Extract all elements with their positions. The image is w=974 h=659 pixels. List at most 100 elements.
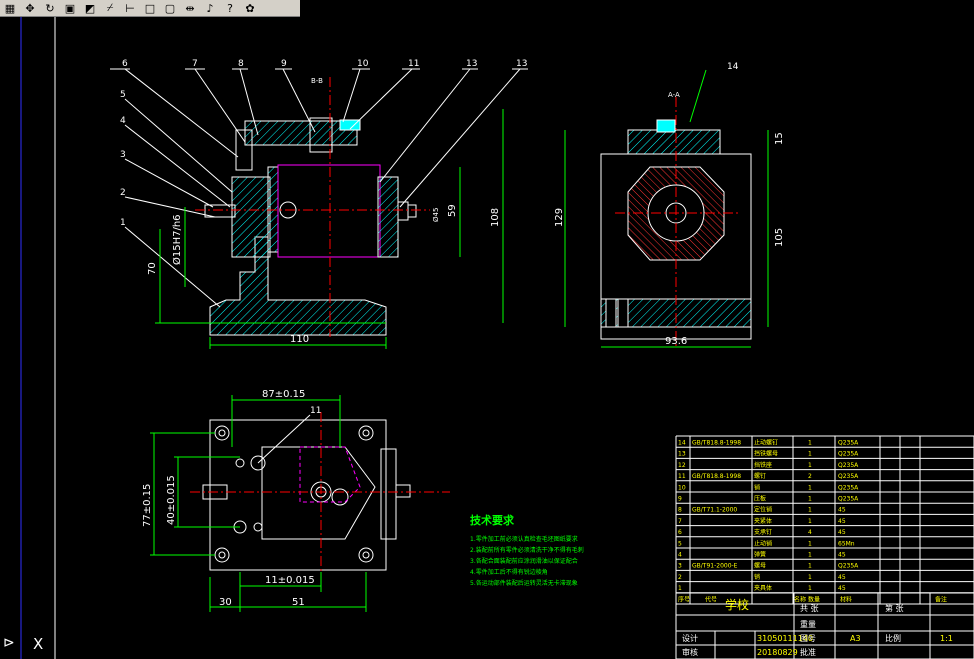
dim-fit: Ø15H7/h6 xyxy=(171,214,183,265)
bom-row: 4 弹簧 1 45 xyxy=(678,551,846,559)
layer-icon[interactable]: □ xyxy=(140,0,160,16)
bom-cell-mat: 45 xyxy=(838,507,846,514)
bom-cell-no: 9 xyxy=(678,496,682,503)
bom-header-note: 备注 xyxy=(935,595,947,603)
date-value: 20180829 xyxy=(757,648,798,657)
bom-cell-no: 8 xyxy=(678,507,682,514)
bom-row: 2 销 1 45 xyxy=(678,573,846,581)
bom-row: 12 挡铁座 1 Q235A xyxy=(678,461,859,469)
balloon-13b: 13 xyxy=(516,59,527,69)
top-dims xyxy=(150,395,367,612)
bom-cell-code: GB/T91-2000-E xyxy=(692,563,738,570)
bom-cell-name: 支承钉 xyxy=(754,528,772,536)
properties-icon[interactable]: ◩ xyxy=(80,0,100,16)
bom-cell-mat: Q235A xyxy=(838,484,859,491)
dim-87: 87±0.15 xyxy=(262,389,305,400)
balloon-8: 8 xyxy=(238,59,244,69)
bom-cell-no: 7 xyxy=(678,518,682,525)
bom-cell-qty: 1 xyxy=(808,518,812,525)
bom-cell-no: 6 xyxy=(678,529,682,536)
bom-row: 3 GB/T91-2000-E 螺母 1 Q235A xyxy=(678,562,859,570)
tech-line-3: 3.各配合面装配前应涂润滑油以保证配合 xyxy=(470,557,578,565)
bom-cell-code: GB/T71.1-2000 xyxy=(692,507,737,514)
checker-label: 审核 xyxy=(682,647,698,657)
bom-cell-mat: Q235A xyxy=(838,451,859,458)
sheet-size: A3 xyxy=(850,634,861,643)
bom-cell-qty: 1 xyxy=(808,496,812,503)
bom-row: 11 GB/T818.8-1998 螺钉 2 Q235A xyxy=(678,472,859,480)
drawing-canvas[interactable]: 6 7 8 9 10 11 13 13 5 4 3 2 1 B-B 110 10… xyxy=(0,17,974,659)
zoom-previous-icon[interactable]: ▣ xyxy=(60,0,80,16)
balloon-14: 14 xyxy=(727,62,739,72)
bom-cell-name: 挡铁螺母 xyxy=(754,450,778,458)
dim-129: 129 xyxy=(554,208,565,227)
tech-line-1: 1.零件加工前必须认真检查毛坯图纸要求 xyxy=(470,535,578,543)
section-label-bb: B-B xyxy=(311,77,323,85)
dim-59: 59 xyxy=(447,204,458,217)
bom-cell-name: 螺母 xyxy=(754,562,766,570)
bom-row: 5 止动销 1 65Mn xyxy=(678,539,855,547)
tech-notes: 技术要求 1.零件加工前必须认真检查毛坯图纸要求 2.装配前所有零件必须清洗干净… xyxy=(470,513,584,587)
scale-value: 1:1 xyxy=(940,634,953,643)
bom-cell-mat: Q235A xyxy=(838,496,859,503)
bom-header-mat: 材料 xyxy=(840,595,852,603)
tech-line-2: 2.装配前所有零件必须清洗干净不得有毛刺 xyxy=(470,546,584,554)
text-icon[interactable]: ♪ xyxy=(200,0,220,16)
dim-105: 105 xyxy=(774,228,785,247)
dim-15: 15 xyxy=(774,132,785,145)
sheet-label-2: 第 张 xyxy=(885,603,904,613)
bom-cell-mat: Q235A xyxy=(838,462,859,469)
bom-header-code: 代号 xyxy=(705,595,717,603)
bom-cell-mat: Q235A xyxy=(838,473,859,480)
block-icon[interactable]: ▢ xyxy=(160,0,180,16)
bom-cell-no: 3 xyxy=(678,563,682,570)
balloon-13a: 13 xyxy=(466,59,477,69)
command-prompt: X xyxy=(33,635,43,653)
dim-108: 108 xyxy=(490,208,501,227)
pan-icon[interactable]: ✥ xyxy=(20,0,40,16)
tech-line-4: 4.零件加工后不得有锐边棱角 xyxy=(470,568,548,576)
tech-title: 技术要求 xyxy=(470,513,515,527)
ortho-icon[interactable]: ⊢ xyxy=(120,0,140,16)
bom-cell-mat: Q235A xyxy=(838,563,859,570)
bom-cell-mat: 45 xyxy=(838,552,846,559)
balloon-2: 2 xyxy=(120,188,126,198)
bom-cell-no: 11 xyxy=(678,473,686,480)
bom-cell-no: 5 xyxy=(678,540,682,547)
bom-row: 7 夹紧体 1 45 xyxy=(678,517,846,525)
regen-icon[interactable]: ↻ xyxy=(40,0,60,16)
bom-row: 1 夹具体 1 45 xyxy=(678,584,846,592)
ucs-arrow-icon: ⊳ xyxy=(3,635,15,651)
bom-cell-no: 14 xyxy=(678,440,686,447)
bom-cell-name: 压板 xyxy=(754,495,766,503)
sheet-label: 共 张 xyxy=(800,604,819,613)
weight-label: 重量 xyxy=(800,619,816,629)
bom-cell-code: GB/T818.8-1998 xyxy=(692,440,741,447)
bom-cell-mat: 45 xyxy=(838,518,846,525)
balloon-11: 11 xyxy=(408,59,419,69)
bom-cell-mat: 45 xyxy=(838,574,846,581)
help-icon[interactable]: ? xyxy=(220,0,240,16)
cad-toolbar: ▦ ✥ ↻ ▣ ◩ ⌿ ⊢ □ ▢ ⇹ ♪? ✿ xyxy=(0,0,300,17)
dimension-icon[interactable]: ⇹ xyxy=(180,0,200,16)
plugin-icon[interactable]: ✿ xyxy=(240,0,260,16)
school-name: 学校 xyxy=(725,597,749,612)
balloon-3: 3 xyxy=(120,150,126,160)
dim-77: 77±0.15 xyxy=(142,484,153,527)
bom-cell-mat: 65Mn xyxy=(838,540,855,547)
bom-cell-mat: 45 xyxy=(838,529,846,536)
bom-cell-qty: 1 xyxy=(808,585,812,592)
tech-line-5: 5.各运动部件装配后运转灵活无卡滞现象 xyxy=(470,579,578,587)
balloon-7: 7 xyxy=(192,59,198,69)
bom-cell-name: 螺钉 xyxy=(754,472,766,480)
snap-icon[interactable]: ⌿ xyxy=(100,0,120,16)
dim-40: 40±0.015 xyxy=(166,475,177,525)
bom-cell-qty: 1 xyxy=(808,440,812,447)
bom-header-qty: 数量 xyxy=(808,595,820,603)
front-view xyxy=(204,117,417,336)
bom-row: 14 GB/T818.8-1998 止动螺钉 1 Q235A xyxy=(678,439,859,447)
command-area[interactable]: ⊳ X xyxy=(3,635,43,653)
zoom-window-icon[interactable]: ▦ xyxy=(0,0,20,16)
bom-row: 6 支承钉 4 45 xyxy=(678,528,846,536)
bom-cell-qty: 1 xyxy=(808,540,812,547)
